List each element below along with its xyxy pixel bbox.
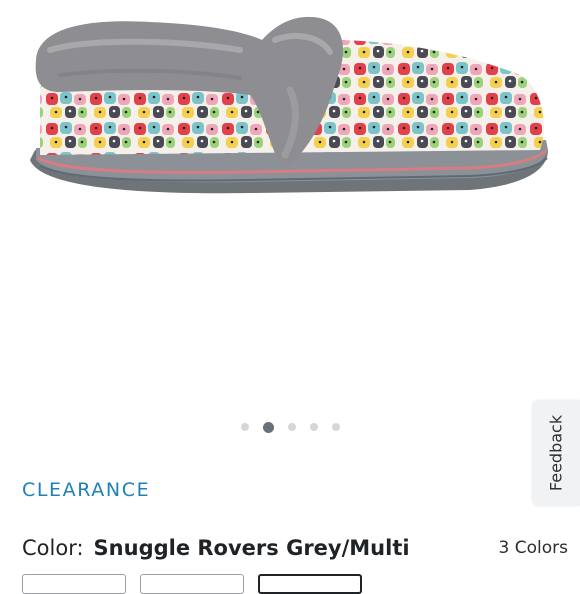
color-label: Color: — [22, 536, 84, 560]
color-swatch-1[interactable] — [22, 574, 126, 594]
carousel-indicators — [0, 420, 580, 434]
feedback-tab[interactable]: Feedback — [532, 400, 580, 506]
color-row: Color: Snuggle Rovers Grey/Multi 3 Color… — [22, 534, 568, 562]
carousel-dot-active[interactable] — [262, 421, 274, 433]
color-value: Snuggle Rovers Grey/Multi — [93, 536, 410, 560]
carousel-dot[interactable] — [331, 423, 340, 431]
carousel-dot[interactable] — [287, 423, 296, 431]
product-image[interactable] — [0, 0, 580, 220]
color-swatch-3-selected[interactable] — [258, 574, 362, 594]
carousel-dot[interactable] — [309, 423, 318, 431]
carousel-dot[interactable] — [240, 423, 249, 431]
clearance-badge: CLEARANCE — [22, 479, 151, 501]
feedback-label: Feedback — [546, 414, 566, 492]
color-swatch-2[interactable] — [140, 574, 244, 594]
colors-count: 3 Colors — [498, 538, 568, 558]
